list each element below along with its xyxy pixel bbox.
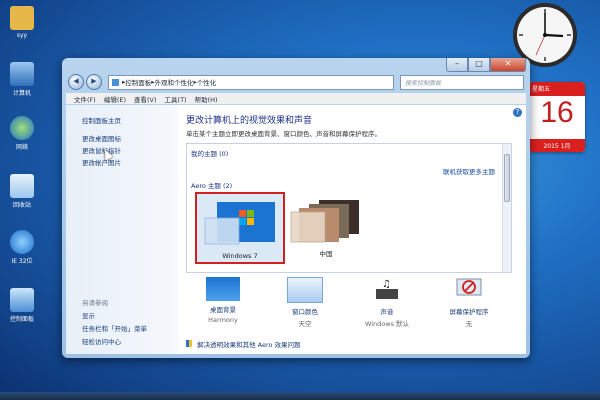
link-change-desktop-icons[interactable]: 更改桌面图标 <box>82 133 121 143</box>
desktop-icon-control-panel[interactable]: 控制面板 <box>4 288 40 323</box>
left-task-pane: 控制面板主页 更改桌面图标 更改鼠标指针 更改帐户图片 另请参阅 显示 任务栏和… <box>66 105 178 354</box>
shield-icon <box>186 340 192 347</box>
menu-file[interactable]: 文件(F) <box>74 94 96 104</box>
setting-value: 无 <box>465 320 473 328</box>
setting-label: 声音 <box>380 308 394 316</box>
desktop-icon-label: 计算机 <box>12 90 31 97</box>
calendar-day: 16 <box>540 96 574 129</box>
personalization-window: – □ ✕ ◀ ▶ ▸ 控制面板 ▸ 外观和个性化 ▸ 个性化 搜索控制面板 文… <box>62 58 530 358</box>
control-panel-icon <box>112 78 119 86</box>
link-change-account-picture[interactable]: 更改帐户图片 <box>82 157 121 167</box>
svg-text:♫: ♫ <box>382 279 391 290</box>
windows-7-theme-preview <box>204 202 275 245</box>
aero-troubleshoot-label: 解决透明效果和其他 Aero 效果问题 <box>197 341 301 349</box>
calendar-month: 1月 <box>560 143 571 150</box>
page-description: 单击某个主题立即更改桌面背景、窗口颜色、声音和屏幕保护程序。 <box>186 130 381 138</box>
desktop-icon-label: 网络 <box>15 144 28 151</box>
breadcrumb-personalization[interactable]: 个性化 <box>197 77 217 87</box>
desktop-icon-recycle-bin[interactable]: 回收站 <box>4 174 40 209</box>
window-titlebar[interactable]: – □ ✕ <box>62 58 530 72</box>
desktop-icon-ie[interactable]: IE 32位 <box>4 230 40 265</box>
window-color-icon <box>287 277 323 303</box>
setting-value: 天空 <box>298 320 312 328</box>
desktop-icon-computer[interactable]: 计算机 <box>4 62 40 97</box>
clock-hour-hand <box>544 33 564 38</box>
desktop-icon-network[interactable]: 网络 <box>4 116 40 151</box>
setting-label: 屏幕保护程序 <box>449 308 489 316</box>
desktop-icon-label: 回收站 <box>12 202 31 209</box>
window-content: 控制面板主页 更改桌面图标 更改鼠标指针 更改帐户图片 另请参阅 显示 任务栏和… <box>66 105 526 354</box>
sounds-setting[interactable]: ♫ 声音 Windows 默认 <box>352 277 422 328</box>
network-globe-icon <box>10 116 34 140</box>
search-input[interactable]: 搜索控制面板 <box>400 74 524 90</box>
link-control-panel-home[interactable]: 控制面板主页 <box>82 115 121 125</box>
setting-value: Windows 默认 <box>364 320 410 328</box>
desktop-icon-label: syy <box>16 32 28 39</box>
see-also-title: 另请参阅 <box>82 299 108 307</box>
theme-list: 我的主题 (0) 联机获取更多主题 Aero 主题 (2) Windows 7 <box>186 143 512 273</box>
theme-name: Windows 7 <box>222 252 258 260</box>
calendar-year: 2015 <box>543 143 559 150</box>
minimize-button[interactable]: – <box>446 58 468 72</box>
breadcrumb-control-panel[interactable]: 控制面板 <box>125 77 151 87</box>
theme-name: 中国 <box>319 250 333 258</box>
link-display[interactable]: 显示 <box>82 310 95 320</box>
aero-troubleshoot-link[interactable]: 解决透明效果和其他 Aero 效果问题 <box>186 339 301 349</box>
link-taskbar-start-menu[interactable]: 任务栏和「开始」菜单 <box>82 323 147 333</box>
maximize-button[interactable]: □ <box>468 58 490 72</box>
computer-icon <box>10 62 34 86</box>
calendar-gadget: 星期五 16 2015 1月 <box>529 82 585 152</box>
setting-label: 桌面背景 <box>210 306 236 314</box>
window-color-setting[interactable]: 窗口颜色 天空 <box>270 277 340 328</box>
theme-china[interactable]: 中国 <box>283 192 369 260</box>
menu-help[interactable]: 帮助(H) <box>195 94 218 104</box>
taskbar[interactable] <box>0 392 600 400</box>
back-button[interactable]: ◀ <box>68 74 84 90</box>
get-more-themes-link[interactable]: 联机获取更多主题 <box>443 166 495 176</box>
sounds-icon: ♫ <box>376 279 398 299</box>
calendar-weekday: 星期五 <box>529 82 585 96</box>
page-title: 更改计算机上的视觉效果和声音 <box>186 116 313 126</box>
scrollbar-thumb[interactable] <box>504 154 510 202</box>
address-bar[interactable]: ▸ 控制面板 ▸ 外观和个性化 ▸ 个性化 <box>108 74 394 90</box>
menu-bar: 文件(F) 编辑(E) 查看(V) 工具(T) 帮助(H) <box>66 93 526 104</box>
menu-tools[interactable]: 工具(T) <box>165 94 187 104</box>
desktop-icon-label: IE 32位 <box>11 258 33 265</box>
desktop-background-setting[interactable]: 桌面背景 Harmony <box>188 277 258 324</box>
screen-saver-setting[interactable]: 屏幕保护程序 无 <box>434 277 504 328</box>
close-button[interactable]: ✕ <box>490 58 526 72</box>
theme-list-scrollbar[interactable] <box>502 144 511 272</box>
aero-themes-header: Aero 主题 (2) <box>191 182 233 190</box>
setting-value: Harmony <box>208 316 238 324</box>
folder-icon <box>10 6 34 30</box>
china-theme-preview <box>290 200 359 243</box>
theme-settings-row: 桌面背景 Harmony 窗口颜色 天空 ♫ 声音 Windows 默认 屏幕保… <box>186 277 510 337</box>
help-icon[interactable]: ? <box>513 108 522 117</box>
calendar-year-month: 2015 1月 <box>529 139 585 152</box>
desktop-icon-label: 控制面板 <box>9 316 34 323</box>
ie-icon <box>10 230 34 254</box>
theme-windows-7[interactable]: Windows 7 <box>195 192 285 264</box>
desktop-background-icon <box>206 277 240 301</box>
breadcrumb-appearance[interactable]: 外观和个性化 <box>155 77 194 87</box>
screen-saver-icon <box>456 278 482 296</box>
desktop-icon-user[interactable]: syy <box>4 6 40 39</box>
forward-button[interactable]: ▶ <box>86 74 102 90</box>
control-panel-icon <box>10 288 34 312</box>
main-pane: ? 更改计算机上的视觉效果和声音 单击某个主题立即更改桌面背景、窗口颜色、声音和… <box>178 105 526 354</box>
menu-edit[interactable]: 编辑(E) <box>104 94 126 104</box>
my-themes-header: 我的主题 (0) <box>191 150 229 158</box>
navigation-bar: ◀ ▶ ▸ 控制面板 ▸ 外观和个性化 ▸ 个性化 搜索控制面板 <box>68 73 524 91</box>
recycle-bin-icon <box>10 174 34 198</box>
setting-label: 窗口颜色 <box>292 308 318 316</box>
menu-view[interactable]: 查看(V) <box>134 94 157 104</box>
link-ease-of-access[interactable]: 轻松访问中心 <box>82 336 121 346</box>
